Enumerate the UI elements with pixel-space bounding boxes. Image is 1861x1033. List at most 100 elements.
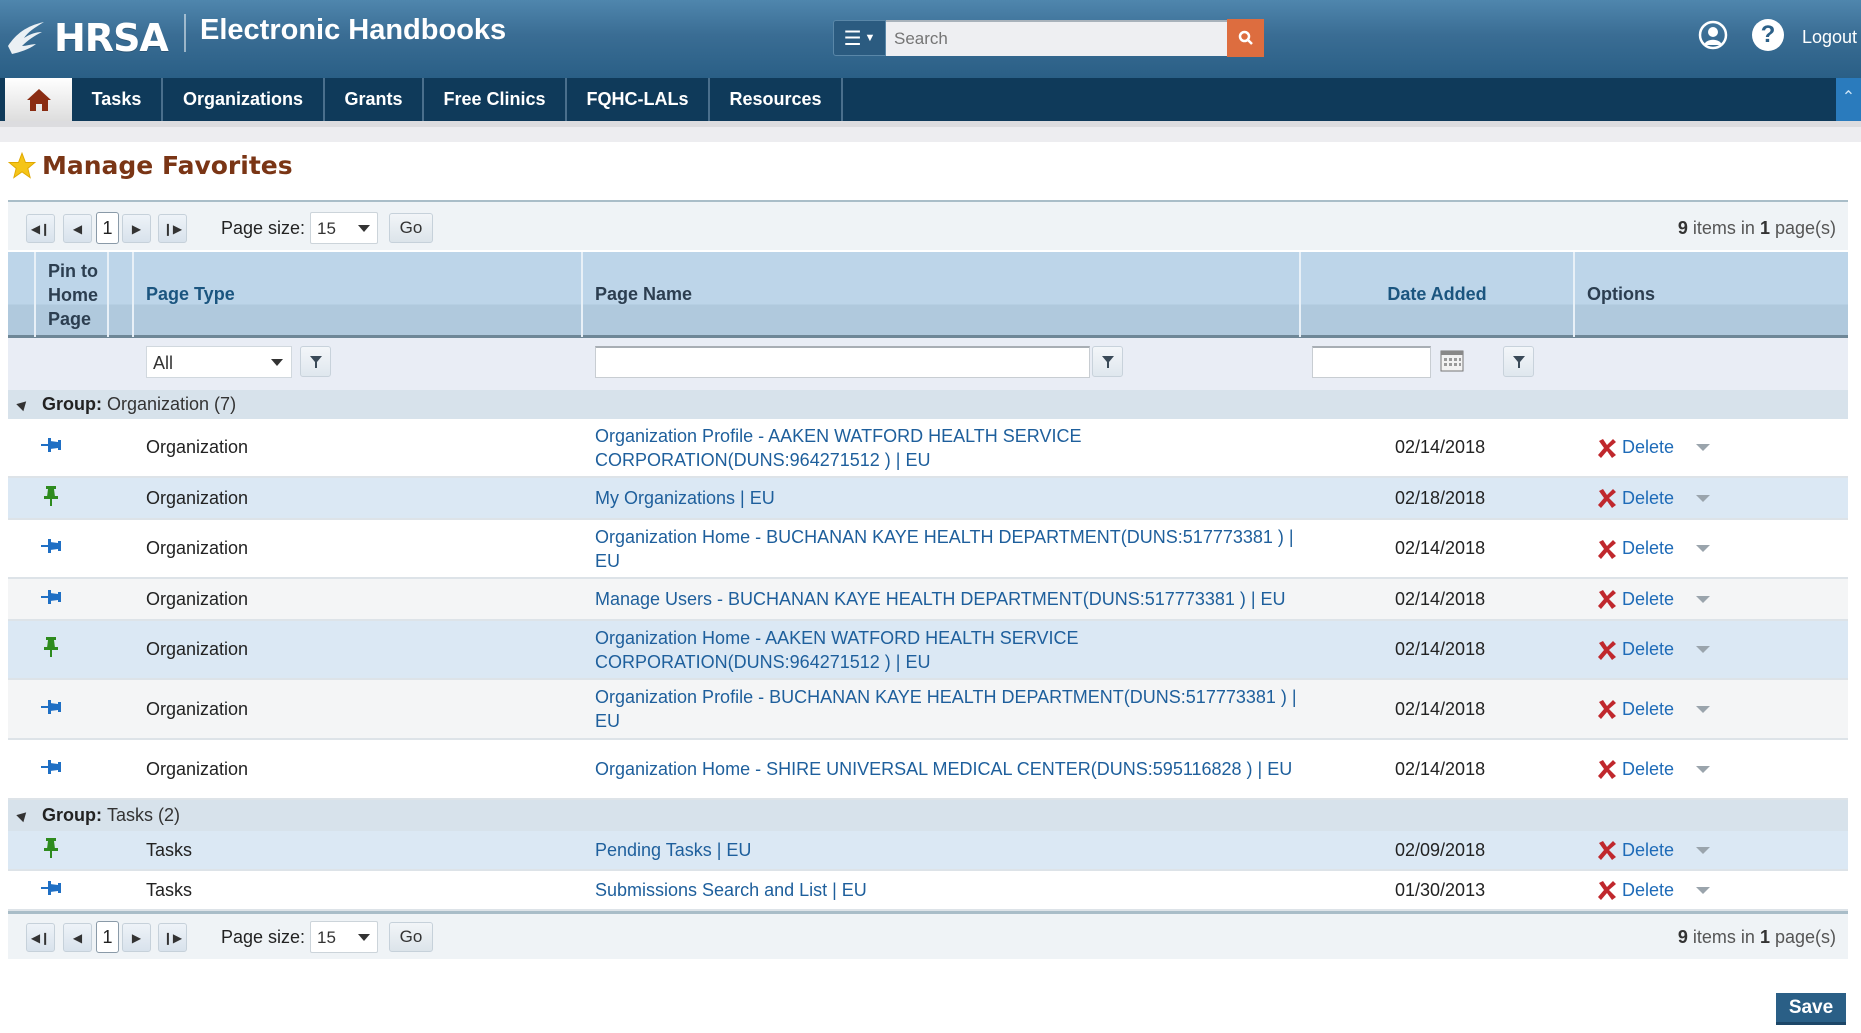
delete-x-icon[interactable] [1596, 437, 1618, 459]
page-size-select[interactable]: 15 [310, 212, 378, 244]
delete-link[interactable]: Delete [1622, 538, 1674, 559]
delete-x-icon[interactable] [1596, 639, 1618, 661]
next-page-button[interactable]: ▶ [122, 923, 151, 952]
pushpin-unpinned-icon[interactable] [40, 538, 62, 559]
delete-link[interactable]: Delete [1622, 699, 1674, 720]
prev-page-button[interactable]: ◀ [63, 923, 92, 952]
delete-x-icon[interactable] [1596, 538, 1618, 560]
nav-tab-organizations[interactable]: Organizations [163, 78, 325, 121]
options-dropdown-icon[interactable] [1696, 494, 1711, 502]
page-type-filter-select[interactable]: All [146, 346, 292, 378]
page-name-link[interactable]: Organization Home - BUCHANAN KAYE HEALTH… [595, 525, 1315, 573]
options-dropdown-icon[interactable] [1696, 444, 1711, 451]
pushpin-unpinned-icon[interactable] [40, 699, 62, 720]
pin-toggle[interactable] [36, 621, 66, 678]
page-name-link[interactable]: Organization Profile - AAKEN WATFORD HEA… [595, 424, 1315, 472]
delete-link[interactable]: Delete [1622, 488, 1674, 509]
delete-x-icon[interactable] [1596, 588, 1618, 610]
search-button[interactable] [1227, 19, 1264, 57]
double-chevron-up-icon[interactable]: ⌃ [1836, 78, 1861, 121]
delete-link[interactable]: Delete [1622, 589, 1674, 610]
group-header-organization[interactable]: Group: Organization (7) [8, 390, 1848, 419]
current-page-number[interactable]: 1 [96, 921, 119, 953]
column-header-page-name[interactable]: Page Name [583, 252, 1301, 337]
delete-x-icon[interactable] [1596, 698, 1618, 720]
help-icon[interactable]: ? [1752, 19, 1784, 51]
pushpin-unpinned-icon[interactable] [40, 880, 62, 901]
date-added-filter-button[interactable] [1503, 346, 1534, 377]
pushpin-unpinned-icon[interactable] [40, 437, 62, 458]
delete-x-icon[interactable] [1596, 487, 1618, 509]
pushpin-pinned-icon[interactable] [43, 837, 59, 864]
collapse-triangle-icon[interactable] [16, 808, 30, 823]
options-dropdown-icon[interactable] [1696, 646, 1711, 653]
delete-link[interactable]: Delete [1622, 759, 1674, 780]
nav-tab-grants[interactable]: Grants [325, 78, 424, 121]
page-type-filter-button[interactable] [300, 346, 331, 377]
pin-toggle[interactable] [36, 419, 66, 476]
pin-toggle[interactable] [36, 520, 66, 577]
page-name-link[interactable]: Pending Tasks | EU [595, 838, 751, 862]
column-header-pin[interactable]: Pin to Home Page [36, 252, 109, 337]
page-name-link[interactable]: Manage Users - BUCHANAN KAYE HEALTH DEPA… [595, 587, 1286, 611]
last-page-button[interactable]: ❙▶ [158, 214, 187, 243]
nav-tab-free-clinics[interactable]: Free Clinics [424, 78, 567, 121]
first-page-button[interactable]: ◀❙ [26, 923, 55, 952]
user-profile-icon[interactable] [1698, 20, 1728, 50]
pushpin-pinned-icon[interactable] [43, 636, 59, 663]
save-button[interactable]: Save [1776, 993, 1846, 1025]
page-name-link[interactable]: Organization Home - SHIRE UNIVERSAL MEDI… [595, 757, 1292, 781]
current-page-number[interactable]: 1 [96, 212, 119, 244]
options-dropdown-icon[interactable] [1696, 765, 1711, 773]
go-button[interactable]: Go [389, 922, 433, 952]
column-header-date-added[interactable]: Date Added [1301, 252, 1575, 337]
options-dropdown-icon[interactable] [1696, 545, 1711, 552]
options-dropdown-icon[interactable] [1696, 846, 1711, 854]
date-added-filter-input[interactable] [1312, 346, 1431, 378]
go-button[interactable]: Go [389, 213, 433, 243]
next-page-button[interactable]: ▶ [122, 214, 151, 243]
logout-link[interactable]: Logout [1802, 27, 1857, 48]
options-dropdown-icon[interactable] [1696, 705, 1711, 713]
search-input[interactable] [886, 20, 1227, 56]
pushpin-unpinned-icon[interactable] [40, 589, 62, 610]
delete-link[interactable]: Delete [1622, 880, 1674, 901]
page-name-link[interactable]: Submissions Search and List | EU [595, 878, 867, 902]
delete-link[interactable]: Delete [1622, 639, 1674, 660]
group-header-tasks[interactable]: Group: Tasks (2) [8, 800, 1848, 831]
nav-tab-fqhc-lals[interactable]: FQHC-LALs [567, 78, 710, 121]
date-added-cell: 02/14/2018 [1395, 538, 1486, 558]
delete-x-icon[interactable] [1596, 839, 1618, 861]
delete-link[interactable]: Delete [1622, 840, 1674, 861]
pin-toggle[interactable] [36, 478, 66, 518]
pushpin-unpinned-icon[interactable] [40, 759, 62, 780]
prev-page-button[interactable]: ◀ [63, 214, 92, 243]
page-name-link[interactable]: Organization Home - AAKEN WATFORD HEALTH… [595, 626, 1315, 674]
page-name-link[interactable]: My Organizations | EU [595, 486, 775, 510]
nav-home-tab[interactable] [5, 78, 72, 121]
collapse-triangle-icon[interactable] [16, 397, 30, 412]
nav-tab-resources[interactable]: Resources [710, 78, 843, 121]
delete-x-icon[interactable] [1596, 758, 1618, 780]
page-name-link[interactable]: Organization Profile - BUCHANAN KAYE HEA… [595, 685, 1315, 733]
nav-tab-tasks[interactable]: Tasks [72, 78, 163, 121]
column-header-page-type[interactable]: Page Type [134, 252, 583, 337]
pushpin-pinned-icon[interactable] [43, 485, 59, 512]
delete-x-icon[interactable] [1596, 879, 1618, 901]
pin-toggle[interactable] [36, 680, 66, 738]
pin-toggle[interactable] [36, 831, 66, 869]
page-name-filter-input[interactable] [595, 346, 1090, 378]
page-name-filter-button[interactable] [1092, 346, 1123, 377]
last-page-button[interactable]: ❙▶ [158, 923, 187, 952]
pin-toggle[interactable] [36, 871, 66, 909]
calendar-icon[interactable] [1440, 349, 1464, 373]
options-dropdown-icon[interactable] [1696, 886, 1711, 894]
delete-link[interactable]: Delete [1622, 437, 1674, 458]
page-size-select[interactable]: 15 [310, 921, 378, 953]
first-page-button[interactable]: ◀❙ [26, 214, 55, 243]
pin-toggle[interactable] [36, 740, 66, 798]
options-dropdown-icon[interactable] [1696, 595, 1711, 603]
pin-toggle[interactable] [36, 579, 66, 619]
hrsa-logo[interactable]: HRSA [4, 10, 169, 66]
search-menu-button[interactable]: ☰ ▼ [833, 20, 886, 56]
